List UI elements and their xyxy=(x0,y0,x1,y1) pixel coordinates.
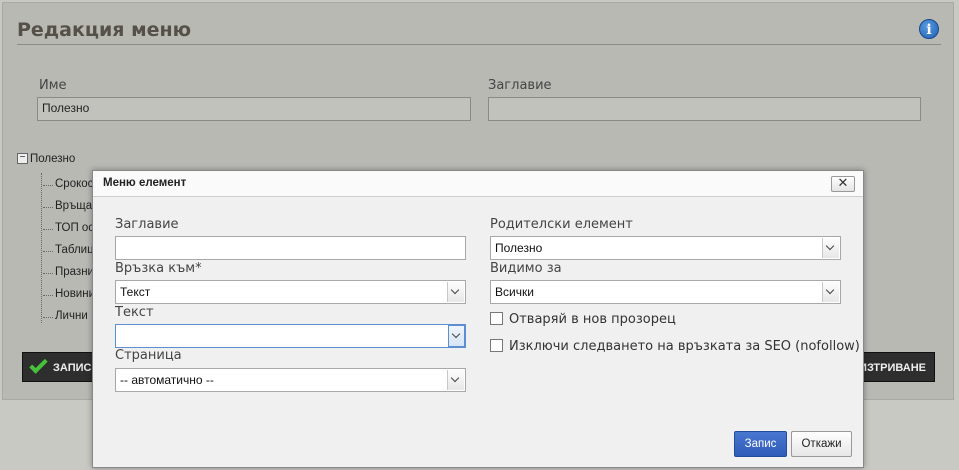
info-icon[interactable]: i xyxy=(919,19,939,39)
link-to-value: Текст xyxy=(120,285,151,299)
parent-select[interactable]: Полезно xyxy=(490,236,841,260)
new-window-label: Отваряй в нов прозорец xyxy=(509,312,676,327)
tree-root-label: Полезно xyxy=(30,153,76,165)
text-label: Текст xyxy=(115,305,154,320)
menu-item-dialog: Меню елемент ✕ Заглавие Връзка към* Текс… xyxy=(92,170,864,468)
nofollow-checkbox[interactable] xyxy=(490,339,503,352)
caption-label: Заглавие xyxy=(488,78,552,93)
tree-item[interactable]: ТОП ос xyxy=(42,222,94,234)
parent-value: Полезно xyxy=(495,241,543,255)
item-caption-input[interactable] xyxy=(115,236,466,260)
dialog-title: Меню елемент xyxy=(103,177,187,189)
close-icon[interactable]: ✕ xyxy=(831,176,855,192)
nofollow-option[interactable]: Изключи следването на връзката за SEO (n… xyxy=(490,339,860,354)
item-caption-label: Заглавие xyxy=(115,217,179,232)
chevron-down-icon[interactable] xyxy=(447,282,464,302)
title-divider xyxy=(17,44,941,45)
visible-value: Всички xyxy=(495,285,534,299)
nofollow-label: Изключи следването на връзката за SEO (n… xyxy=(509,339,860,354)
tree-item[interactable]: Лични xyxy=(43,310,88,322)
minus-icon[interactable]: − xyxy=(17,153,28,165)
tree-item[interactable]: Връща xyxy=(42,200,92,212)
tree-connector xyxy=(41,173,42,323)
page-title: Редакция меню xyxy=(17,19,192,41)
link-to-select[interactable]: Текст xyxy=(115,280,466,304)
check-icon xyxy=(29,355,48,374)
visible-select[interactable]: Всички xyxy=(490,280,841,304)
tree-item[interactable]: Празни xyxy=(43,266,94,278)
dialog-header: Меню елемент ✕ xyxy=(93,171,863,197)
parent-label: Родителски елемент xyxy=(490,217,633,232)
page-select[interactable]: -- автоматично -- xyxy=(115,368,466,392)
tree-root[interactable]: − Полезно xyxy=(17,153,75,165)
tree-item[interactable]: Таблиц xyxy=(43,244,94,256)
save-menu-label: ЗАПИС xyxy=(53,362,92,374)
tree-item[interactable]: Новини xyxy=(42,288,95,300)
visible-label: Видимо за xyxy=(490,261,562,276)
delete-menu-label: ИЗТРИВАНЕ xyxy=(859,362,926,374)
name-label: Име xyxy=(39,78,67,93)
chevron-down-icon[interactable] xyxy=(448,325,465,347)
caption-input[interactable] xyxy=(488,97,921,121)
text-select[interactable] xyxy=(115,324,466,348)
link-to-label: Връзка към* xyxy=(115,261,202,276)
tree-item[interactable]: Срокос xyxy=(42,178,93,190)
dialog-save-button[interactable]: Запис xyxy=(734,431,787,457)
chevron-down-icon[interactable] xyxy=(447,370,464,390)
chevron-down-icon[interactable] xyxy=(822,282,839,302)
page-label: Страница xyxy=(115,348,182,363)
dialog-cancel-button[interactable]: Откажи xyxy=(791,431,852,457)
name-input[interactable]: Полезно xyxy=(37,97,471,121)
new-window-checkbox[interactable] xyxy=(490,312,503,325)
chevron-down-icon[interactable] xyxy=(822,238,839,258)
new-window-option[interactable]: Отваряй в нов прозорец xyxy=(490,312,676,327)
page-value: -- автоматично -- xyxy=(120,373,214,387)
